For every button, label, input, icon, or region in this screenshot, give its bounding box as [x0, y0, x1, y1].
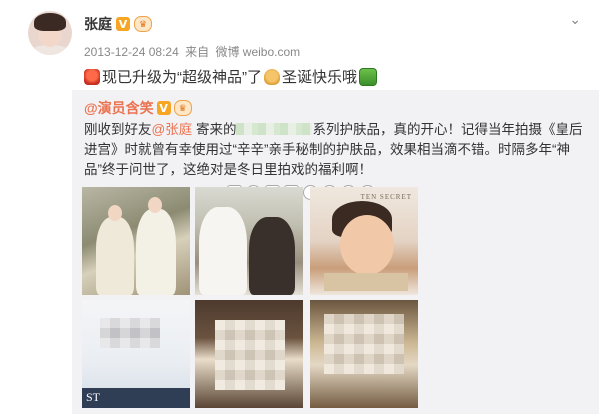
avatar-hair — [34, 13, 66, 31]
brand-text: TEN SECRET — [360, 193, 412, 201]
image-thumb-product-ad[interactable]: TEN SECRET — [310, 187, 418, 295]
figure — [96, 217, 134, 295]
post-timestamp[interactable]: 2013-12-24 08:24 — [84, 45, 179, 59]
thumbs-up-emoji-icon — [264, 68, 280, 85]
vip-badge-icon[interactable]: ♛ — [134, 16, 152, 32]
avatar[interactable] — [28, 11, 72, 55]
repost-author[interactable]: @演员含笑 — [84, 98, 154, 118]
image-thumb-product-3[interactable] — [310, 300, 418, 408]
image-thumb-product-2[interactable] — [195, 300, 303, 408]
repost-verified-badge-icon[interactable]: V — [156, 101, 171, 115]
repost-box: @演员含笑 V ♛ 刚收到好友@张庭 寄来的 系列护肤品，真的开心！记得当年拍摄《… — [72, 90, 599, 414]
figure — [136, 209, 176, 295]
post-text-part-2: 圣诞快乐哦 — [282, 69, 358, 86]
censored-brand-blur — [236, 123, 313, 135]
pixelated-area — [215, 320, 285, 390]
repost-vip-badge-icon[interactable]: ♛ — [173, 100, 192, 116]
gift-emoji-icon — [359, 67, 378, 86]
source-prefix: 来自 — [185, 45, 210, 59]
figure-head — [148, 197, 162, 213]
image-thumb-costume-2[interactable] — [195, 187, 303, 295]
post-meta: 2013-12-24 08:24 来自 微博 weibo.com — [84, 43, 303, 60]
figure-head — [108, 205, 122, 221]
pixelated-area — [100, 318, 160, 348]
verified-badge-icon[interactable]: V — [116, 17, 130, 31]
figure-face — [340, 215, 394, 275]
author-name[interactable]: 张庭 — [84, 14, 112, 34]
cake-emoji-icon — [84, 68, 100, 85]
chevron-down-icon[interactable]: ⌄ — [569, 12, 581, 28]
repost-text-2: 寄来的 — [192, 122, 237, 137]
post-text-part-1: 现已升级为“超级神品”了 — [102, 69, 262, 86]
repost-text: 刚收到好友@张庭 寄来的 系列护肤品，真的开心！记得当年拍摄《皇后进宫》时就曾有幸… — [84, 120, 584, 180]
figure — [199, 207, 247, 295]
figure — [249, 217, 295, 295]
post-text: 现已升级为“超级神品”了 圣诞快乐哦 — [84, 66, 378, 87]
box-label-bar: ST — [82, 388, 190, 408]
weibo-post: 张庭 V ♛ ⌄ 2013-12-24 08:24 来自 微博 weibo.co… — [0, 0, 599, 414]
post-source[interactable]: 微博 weibo.com — [215, 45, 300, 59]
product-shelf — [324, 273, 408, 291]
repost-author-row: @演员含笑 V ♛ — [84, 98, 192, 118]
author-row: 张庭 V ♛ — [84, 14, 152, 34]
image-thumb-costume-1[interactable] — [82, 187, 190, 295]
pixelated-area — [324, 314, 404, 374]
repost-text-1: 刚收到好友 — [84, 122, 152, 137]
image-thumb-product-box[interactable]: ST — [82, 300, 190, 408]
box-text: ST — [86, 390, 101, 404]
mention-link[interactable]: @张庭 — [152, 122, 193, 137]
